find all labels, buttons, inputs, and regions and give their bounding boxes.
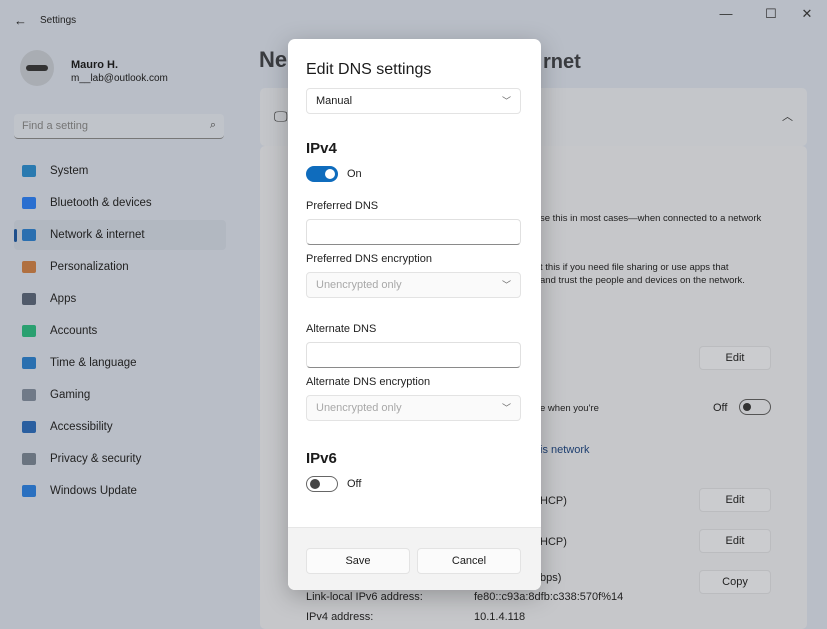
user-email: m__lab@outlook.com	[71, 73, 168, 84]
alternate-dns-input[interactable]	[306, 342, 521, 368]
preferred-encryption-select[interactable]: Unencrypted only ﹀	[306, 272, 521, 298]
sidebar-item-accounts[interactable]: Accounts	[14, 316, 226, 346]
back-button[interactable]: ←	[14, 13, 27, 28]
chevron-down-icon: ﹀	[501, 403, 511, 413]
sidebar-item-system[interactable]: System	[14, 156, 226, 186]
sidebar-item-network-internet[interactable]: Network & internet	[14, 220, 226, 250]
sidebar-icon	[22, 421, 36, 433]
sidebar-item-label: Network & internet	[50, 229, 145, 241]
private-desc-2: and trust the people and devices on the …	[540, 275, 745, 286]
preferred-encryption-value: Unencrypted only	[316, 279, 402, 291]
sidebar-item-label: Gaming	[50, 389, 91, 401]
ipv6-label: Link-local IPv6 address:	[306, 591, 423, 603]
dns-edit-button[interactable]: Edit	[699, 529, 771, 553]
sidebar-item-label: Privacy & security	[50, 453, 142, 465]
dns-mode-value: Manual	[316, 95, 353, 107]
dialog-footer: Save Cancel	[288, 527, 541, 590]
sidebar-item-time-language[interactable]: Time & language	[14, 348, 226, 378]
window-title: Settings	[40, 15, 77, 26]
ipv4-label: IPv4 address:	[306, 611, 374, 623]
preferred-dns-input[interactable]	[306, 219, 521, 245]
ip-assignment-value: HCP)	[540, 495, 567, 507]
user-name: Mauro H.	[71, 59, 119, 71]
sidebar-icon	[22, 165, 36, 177]
alternate-encryption-label: Alternate DNS encryption	[306, 376, 431, 388]
sidebar-item-label: Personalization	[50, 261, 129, 273]
metered-state: Off	[713, 402, 728, 414]
alternate-dns-label: Alternate DNS	[306, 323, 377, 335]
dns-mode-select[interactable]: Manual ﹀	[306, 88, 521, 114]
private-desc: t this if you need file sharing or use a…	[540, 262, 729, 273]
sidebar-icon	[22, 229, 36, 241]
monitor-icon: 🖵	[274, 108, 288, 124]
ipv6-toggle[interactable]	[306, 476, 338, 492]
ipv4-toggle[interactable]	[306, 166, 338, 182]
edit-dns-dialog: Edit DNS settings Manual ﹀ IPv4 On Prefer…	[288, 39, 541, 590]
sidebar-item-label: Accounts	[50, 325, 98, 337]
alternate-encryption-value: Unencrypted only	[316, 402, 402, 414]
sidebar-icon	[22, 197, 36, 209]
alternate-encryption-select[interactable]: Unencrypted only ﹀	[306, 395, 521, 421]
chevron-up-icon[interactable]: ︿	[782, 108, 793, 124]
sidebar-item-bluetooth-devices[interactable]: Bluetooth & devices	[14, 188, 226, 218]
data-limit-link[interactable]: is network	[540, 444, 590, 456]
sidebar-icon	[22, 357, 36, 369]
sidebar-item-personalization[interactable]: Personalization	[14, 252, 226, 282]
chevron-down-icon: ﹀	[501, 96, 511, 106]
sidebar-item-label: Apps	[50, 293, 77, 305]
firewall-edit-button[interactable]: Edit	[699, 346, 771, 370]
chevron-down-icon: ﹀	[501, 280, 511, 290]
page-title-end: rnet	[543, 51, 581, 73]
maximize-button[interactable]: ☐	[761, 6, 781, 22]
sidebar-icon	[22, 293, 36, 305]
public-desc: se this in most cases—when connected to …	[540, 213, 762, 224]
sidebar-item-gaming[interactable]: Gaming	[14, 380, 226, 410]
sidebar-icon	[22, 325, 36, 337]
link-speed-value: bps)	[540, 572, 562, 584]
avatar	[20, 50, 54, 86]
sidebar-item-accessibility[interactable]: Accessibility	[14, 412, 226, 442]
sidebar-item-apps[interactable]: Apps	[14, 284, 226, 314]
preferred-dns-label: Preferred DNS	[306, 200, 379, 212]
sidebar-icon	[22, 453, 36, 465]
sidebar-icon	[22, 261, 36, 273]
sidebar-icon	[22, 485, 36, 497]
ipv4-toggle-label: On	[347, 168, 362, 180]
preferred-encryption-label: Preferred DNS encryption	[306, 253, 432, 265]
sidebar-icon	[22, 389, 36, 401]
sidebar-item-label: Time & language	[50, 357, 137, 369]
ipv6-toggle-label: Off	[347, 478, 362, 490]
sidebar-item-label: System	[50, 165, 89, 177]
ipv4-heading: IPv4	[306, 140, 337, 157]
ipv6-heading: IPv6	[306, 450, 337, 467]
ipv6-value: fe80::c93a:8dfb:c338:570f%14	[474, 591, 624, 603]
dialog-title: Edit DNS settings	[306, 61, 432, 78]
sidebar-item-label: Windows Update	[50, 485, 137, 497]
sidebar-item-label: Bluetooth & devices	[50, 197, 152, 209]
metered-desc: e when you're	[540, 403, 599, 414]
save-button[interactable]: Save	[306, 548, 410, 574]
sidebar-item-privacy-security[interactable]: Privacy & security	[14, 444, 226, 474]
metered-toggle[interactable]	[739, 399, 771, 415]
ip-edit-button[interactable]: Edit	[699, 488, 771, 512]
close-button[interactable]: ✕	[797, 6, 817, 22]
search-icon: ⌕	[209, 119, 216, 131]
search-input[interactable]	[14, 114, 194, 138]
dns-assignment-value: HCP)	[540, 536, 567, 548]
minimize-button[interactable]: —	[716, 6, 736, 21]
search-box[interactable]: ⌕	[14, 114, 224, 139]
sidebar-item-label: Accessibility	[50, 421, 113, 433]
sidebar-item-windows-update[interactable]: Windows Update	[14, 476, 226, 506]
cancel-button[interactable]: Cancel	[417, 548, 521, 574]
ipv4-value: 10.1.4.118	[474, 611, 526, 623]
page-title-start: Ne	[259, 47, 288, 72]
sunglasses-icon	[26, 65, 48, 71]
copy-button[interactable]: Copy	[699, 570, 771, 594]
